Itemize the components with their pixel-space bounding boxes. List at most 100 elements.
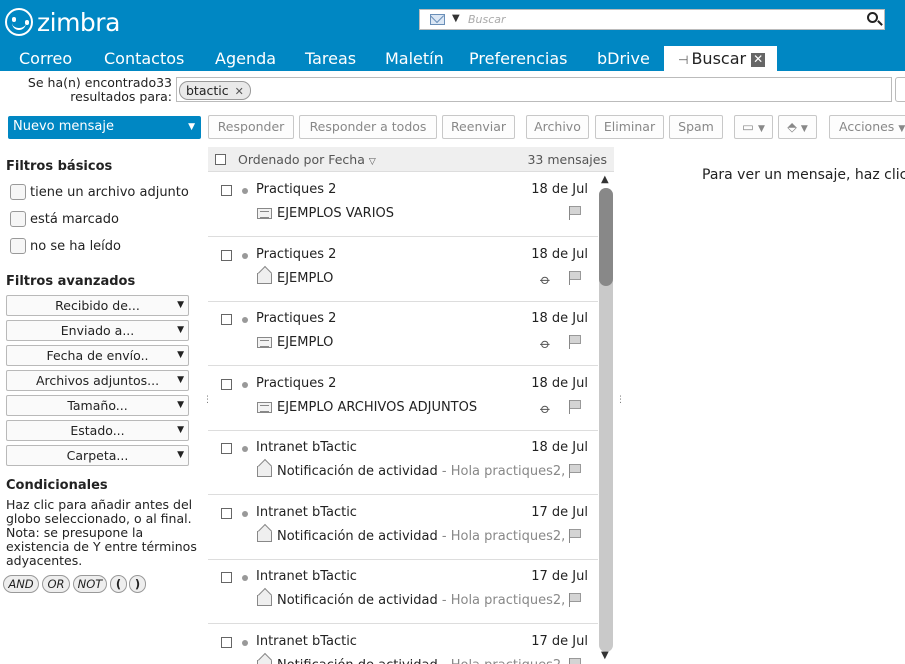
logo-smiley-icon <box>5 8 33 36</box>
search-box[interactable]: ▼ Buscar <box>419 9 885 30</box>
chevron-down-icon: ▼ <box>177 350 184 360</box>
checkbox[interactable] <box>10 211 26 227</box>
row-checkbox[interactable] <box>221 379 232 390</box>
filter-status[interactable]: Estado... ▼ <box>6 420 189 441</box>
message-row[interactable]: Intranet bTactic 17 de Jul Notificación de… <box>208 559 598 624</box>
tab-buscar-label: Buscar <box>691 49 747 68</box>
message-row[interactable]: Practiques 2 18 de Jul EJEMPLO ARCHIVOS AD… <box>208 366 598 431</box>
row-checkbox[interactable] <box>221 508 232 519</box>
flag-icon[interactable] <box>569 464 581 478</box>
tab-tareas[interactable]: Tareas <box>305 46 356 71</box>
unread-dot-icon[interactable] <box>242 575 248 581</box>
unread-dot-icon[interactable] <box>242 640 248 646</box>
search-input[interactable]: Buscar <box>468 13 506 26</box>
message-row[interactable]: Intranet bTactic 17 de Jul Notificación de… <box>208 495 598 560</box>
flag-icon[interactable] <box>569 593 581 607</box>
tab-correo[interactable]: Correo <box>19 46 72 71</box>
message-row[interactable]: Intranet bTactic 18 de Jul Notificación de… <box>208 430 598 495</box>
message-row[interactable]: Practiques 2 18 de Jul EJEMPLOS VARIOS <box>208 172 598 237</box>
chevron-down-icon[interactable]: ▼ <box>452 13 460 24</box>
chevron-down-icon: ▼ <box>898 124 905 134</box>
new-message-button[interactable]: Nuevo mensaje ▼ <box>8 116 201 139</box>
unread-dot-icon[interactable] <box>242 382 248 388</box>
message-sender: Intranet bTactic <box>256 505 357 520</box>
reply-button[interactable]: Responder <box>208 115 294 139</box>
message-row[interactable]: Practiques 2 18 de Jul EJEMPLO ⌀ <box>208 301 598 366</box>
flag-icon[interactable] <box>569 206 581 220</box>
delete-button[interactable]: Eliminar <box>595 115 664 139</box>
envelope-icon <box>257 660 272 664</box>
checkbox[interactable] <box>10 184 26 200</box>
filter-date[interactable]: Fecha de envío.. ▼ <box>6 345 189 366</box>
operator-not[interactable]: NOT <box>73 575 107 593</box>
message-date: 18 de Jul <box>531 311 588 326</box>
message-row[interactable]: Intranet bTactic 17 de Jul Notificación de… <box>208 624 598 664</box>
flag-icon[interactable] <box>569 400 581 414</box>
row-checkbox[interactable] <box>221 637 232 648</box>
row-checkbox[interactable] <box>221 443 232 454</box>
tab-contactos[interactable]: Contactos <box>104 46 184 71</box>
actions-button[interactable]: Acciones ▼ <box>829 115 905 139</box>
chevron-down-icon: ▼ <box>800 124 808 134</box>
unread-dot-icon[interactable] <box>242 188 248 194</box>
message-date: 18 de Jul <box>531 182 588 197</box>
filter-sent-to[interactable]: Enviado a... ▼ <box>6 320 189 341</box>
tab-maletin[interactable]: Maletín <box>385 46 444 71</box>
tab-buscar[interactable]: ⊣ Buscar ✕ <box>664 46 778 71</box>
message-subject: Notificación de actividad - Hola practiq… <box>277 593 565 608</box>
right-splitter-handle[interactable]: ⋮ <box>616 396 625 405</box>
scroll-up-icon[interactable]: ▲ <box>601 174 609 185</box>
list-scrollbar[interactable]: ▲ ▼ <box>598 172 614 664</box>
chevron-down-icon[interactable]: ▼ <box>188 116 195 138</box>
filter-size[interactable]: Tamaño... ▼ <box>6 395 189 416</box>
flag-icon[interactable] <box>569 658 581 664</box>
message-row[interactable]: Practiques 2 18 de Jul EJEMPLO ⌀ <box>208 237 598 302</box>
flag-icon[interactable] <box>569 529 581 543</box>
unread-dot-icon[interactable] <box>242 446 248 452</box>
conditionals-help-text: Haz clic para añadir antes del globo sel… <box>6 497 197 568</box>
message-date: 17 de Jul <box>531 634 588 649</box>
scroll-thumb[interactable] <box>599 188 613 286</box>
unread-dot-icon[interactable] <box>242 253 248 259</box>
tab-agenda[interactable]: Agenda <box>215 46 276 71</box>
reply-all-button[interactable]: Responder a todos <box>299 115 437 139</box>
search-terms-field[interactable]: btactic ✕ <box>176 77 892 102</box>
flag-icon[interactable] <box>569 271 581 285</box>
zimbra-logo[interactable]: zimbra <box>5 7 120 37</box>
tab-bdrive[interactable]: bDrive <box>597 46 650 71</box>
archive-button[interactable]: Archivo <box>526 115 589 139</box>
filter-folder[interactable]: Carpeta... ▼ <box>6 445 189 466</box>
operator-or[interactable]: OR <box>42 575 70 593</box>
row-checkbox[interactable] <box>221 314 232 325</box>
operator-close-paren[interactable]: ) <box>129 575 146 593</box>
search-term-bubble[interactable]: btactic ✕ <box>179 81 251 100</box>
forward-button[interactable]: Reenviar <box>442 115 515 139</box>
mail-type-icon[interactable] <box>430 14 445 25</box>
checkbox[interactable] <box>10 238 26 254</box>
search-icon[interactable] <box>867 12 878 23</box>
tag-button[interactable]: ⬘ ▼ <box>778 115 817 139</box>
spam-button[interactable]: Spam <box>669 115 723 139</box>
row-checkbox[interactable] <box>221 250 232 261</box>
filter-received-from[interactable]: Recibido de... ▼ <box>6 295 189 316</box>
close-icon[interactable]: ✕ <box>751 53 766 67</box>
unread-dot-icon[interactable] <box>242 511 248 517</box>
operator-and[interactable]: AND <box>3 575 39 593</box>
search-options-button[interactable] <box>895 77 905 102</box>
select-all-checkbox[interactable] <box>215 154 226 165</box>
tab-preferencias[interactable]: Preferencias <box>469 46 568 71</box>
chevron-down-icon: ▼ <box>177 325 184 335</box>
row-checkbox[interactable] <box>221 572 232 583</box>
row-checkbox[interactable] <box>221 185 232 196</box>
filter-attachments[interactable]: Archivos adjuntos... ▼ <box>6 370 189 391</box>
sort-chevron-icon: ▽ <box>368 157 376 167</box>
operator-open-paren[interactable]: ( <box>110 575 127 593</box>
folder-icon: ▭ <box>742 119 754 134</box>
read-mail-icon <box>257 337 272 348</box>
unread-dot-icon[interactable] <box>242 317 248 323</box>
remove-term-icon[interactable]: ✕ <box>235 85 244 98</box>
sort-by-date[interactable]: Ordenado por Fecha ▽ <box>238 152 376 167</box>
flag-icon[interactable] <box>569 335 581 349</box>
scroll-down-icon[interactable]: ▼ <box>601 650 609 661</box>
move-folder-button[interactable]: ▭ ▼ <box>734 115 773 139</box>
